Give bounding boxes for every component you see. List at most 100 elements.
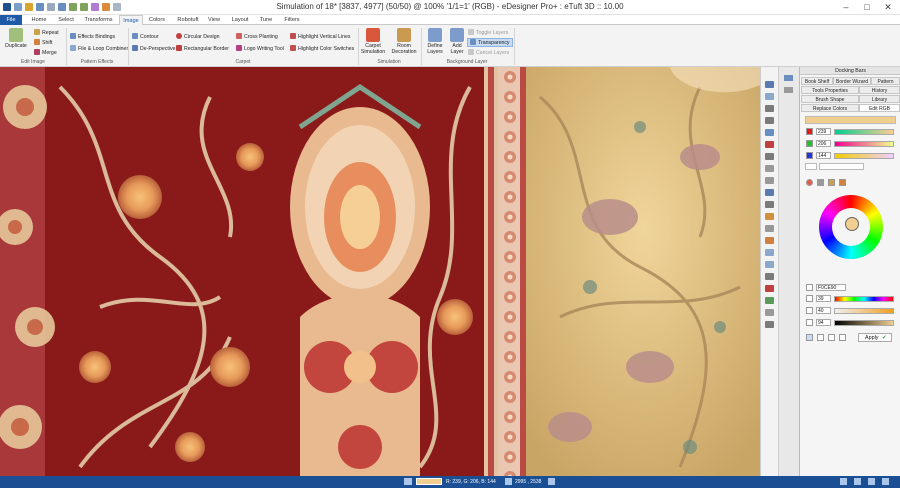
status-zoom-out-icon[interactable] (840, 478, 847, 485)
color-name-field[interactable] (819, 163, 864, 170)
move-tool-icon[interactable] (765, 261, 774, 268)
duplicate-button[interactable]: Duplicate (4, 28, 28, 49)
tab-history[interactable]: History (859, 86, 900, 94)
toggle-layers-button[interactable]: Toggle Layers (468, 29, 508, 36)
brightness-value-field[interactable]: 94 (816, 319, 831, 326)
define-layers-button[interactable]: Define Layers (424, 28, 446, 55)
saturation-checkbox[interactable] (806, 307, 813, 314)
tab-library[interactable]: Library (859, 95, 900, 103)
rectangle-tool-icon[interactable] (765, 165, 774, 172)
brightness-slider[interactable] (834, 320, 894, 326)
tab-robotuft[interactable]: Robotuft (173, 15, 203, 25)
palette-mode-icon[interactable] (817, 179, 824, 186)
room-decoration-button[interactable]: Room Decoration (390, 28, 418, 55)
tab-select[interactable]: Select (55, 15, 77, 25)
tab-transforms[interactable]: Transforms (82, 15, 115, 25)
maximize-icon[interactable]: □ (857, 1, 877, 13)
layer-toggle-icon[interactable] (784, 75, 793, 81)
stamp-tool-icon[interactable] (765, 213, 774, 220)
grid-tool-icon[interactable] (765, 309, 774, 316)
tab-pattern[interactable]: Pattern (871, 77, 900, 85)
tab-view[interactable]: View (205, 15, 223, 25)
logo-writing-tool-button[interactable]: Logo Writing Tool (236, 45, 284, 52)
hue-checkbox[interactable] (806, 295, 813, 302)
reset-color-icon[interactable] (839, 334, 846, 341)
line-tool-icon[interactable] (765, 153, 774, 160)
file-loop-combiner-button[interactable]: File & Loop Combiner (70, 45, 128, 52)
de-perspective-button[interactable]: De-Perspective (132, 45, 175, 52)
magic-wand-tool-icon[interactable] (765, 237, 774, 244)
red-slider[interactable] (834, 129, 894, 135)
hue-slider[interactable] (834, 296, 894, 302)
close-icon[interactable]: ✕ (878, 1, 898, 13)
rectangular-border-button[interactable]: Rectangular Border (176, 45, 229, 52)
eraser-tool-icon[interactable] (765, 225, 774, 232)
tab-colors[interactable]: Colors (146, 15, 168, 25)
tab-filters[interactable]: Filters (281, 15, 303, 25)
hex-value-field[interactable]: F0CE90 (816, 284, 846, 291)
invert-color-icon[interactable] (817, 334, 824, 341)
blue-value-field[interactable]: 144 (816, 152, 831, 159)
repeat-tool-icon[interactable] (765, 297, 774, 304)
apply-button[interactable]: Apply ✔ (858, 333, 892, 342)
mirror-tool-icon[interactable] (765, 285, 774, 292)
measure-tool-icon[interactable] (765, 321, 774, 328)
green-value-field[interactable]: 206 (816, 140, 831, 147)
cross-planting-button[interactable]: Cross Planting (236, 33, 278, 40)
tab-image[interactable]: Image (119, 15, 143, 25)
pick-color-icon[interactable] (806, 334, 813, 341)
tab-tune[interactable]: Tune (257, 15, 275, 25)
pencil-tool-icon[interactable] (765, 105, 774, 112)
value-checkbox[interactable] (806, 319, 813, 326)
highlight-vertical-lines-button[interactable]: Highlight Vertical Lines (290, 33, 350, 40)
repeat-button[interactable]: Repeat (34, 29, 59, 36)
fill-tool-icon[interactable] (765, 129, 774, 136)
highlight-color-switches-button[interactable]: Highlight Color Switches (290, 45, 354, 52)
text-tool-icon[interactable] (765, 201, 774, 208)
hue-value-field[interactable]: 39 (816, 295, 831, 302)
ellipse-tool-icon[interactable] (765, 177, 774, 184)
color-wheel[interactable] (819, 195, 883, 259)
zoom-tool-icon[interactable] (765, 273, 774, 280)
status-fit-icon[interactable] (854, 478, 861, 485)
color-wheel-mode-icon[interactable] (806, 179, 813, 186)
effects-bindings-button[interactable]: Effects Bindings (70, 33, 115, 40)
hex-lock-checkbox[interactable] (806, 284, 813, 291)
tab-border-wizard[interactable]: Border Wizard (833, 77, 871, 85)
tab-edit-rgb[interactable]: Edit RGB (859, 104, 900, 112)
status-settings-icon[interactable] (882, 478, 889, 485)
status-zoom-in-icon[interactable] (868, 478, 875, 485)
green-slider[interactable] (834, 141, 894, 147)
contour-button[interactable]: Contour (132, 33, 158, 40)
saturation-slider[interactable] (834, 308, 894, 314)
tab-replace-colors[interactable]: Replace Colors (801, 104, 859, 112)
brush-tool-icon[interactable] (765, 117, 774, 124)
transparency-button[interactable]: Transparency (467, 38, 513, 47)
saturation-value-field[interactable]: 40 (816, 307, 831, 314)
tab-home[interactable]: Home (29, 15, 49, 25)
favorite-color-icon[interactable] (828, 334, 835, 341)
color-wheel-marker[interactable] (845, 217, 859, 231)
lasso-tool-icon[interactable] (765, 249, 774, 256)
red-value-field[interactable]: 239 (816, 128, 831, 135)
blue-slider[interactable] (834, 153, 894, 159)
curve-tool-icon[interactable] (765, 189, 774, 196)
carpet-simulation-button[interactable]: Carpet Simulation (360, 28, 386, 55)
select-tool-icon[interactable] (765, 93, 774, 100)
eyedropper-tool-icon[interactable] (765, 141, 774, 148)
pointer-tool-icon[interactable] (765, 81, 774, 88)
circular-design-button[interactable]: Circular Design (176, 33, 219, 40)
add-layer-button[interactable]: Add Layer (448, 28, 466, 55)
image-picker-mode-icon[interactable] (839, 179, 846, 186)
design-canvas[interactable] (0, 67, 760, 476)
swatches-mode-icon[interactable] (828, 179, 835, 186)
merge-button[interactable]: Merge (34, 49, 57, 56)
view-toggle-icon[interactable] (784, 87, 793, 93)
tab-book-shelf[interactable]: Book Shelf (801, 77, 833, 85)
tab-file[interactable]: File (0, 15, 22, 25)
tab-brush-shape[interactable]: Brush Shape (801, 95, 859, 103)
shift-button[interactable]: Shift (34, 39, 52, 46)
tab-layout[interactable]: Layout (229, 15, 251, 25)
cancel-layers-button[interactable]: Cancel Layers (468, 49, 509, 56)
tab-tools-properties[interactable]: Tools Properties (801, 86, 859, 94)
